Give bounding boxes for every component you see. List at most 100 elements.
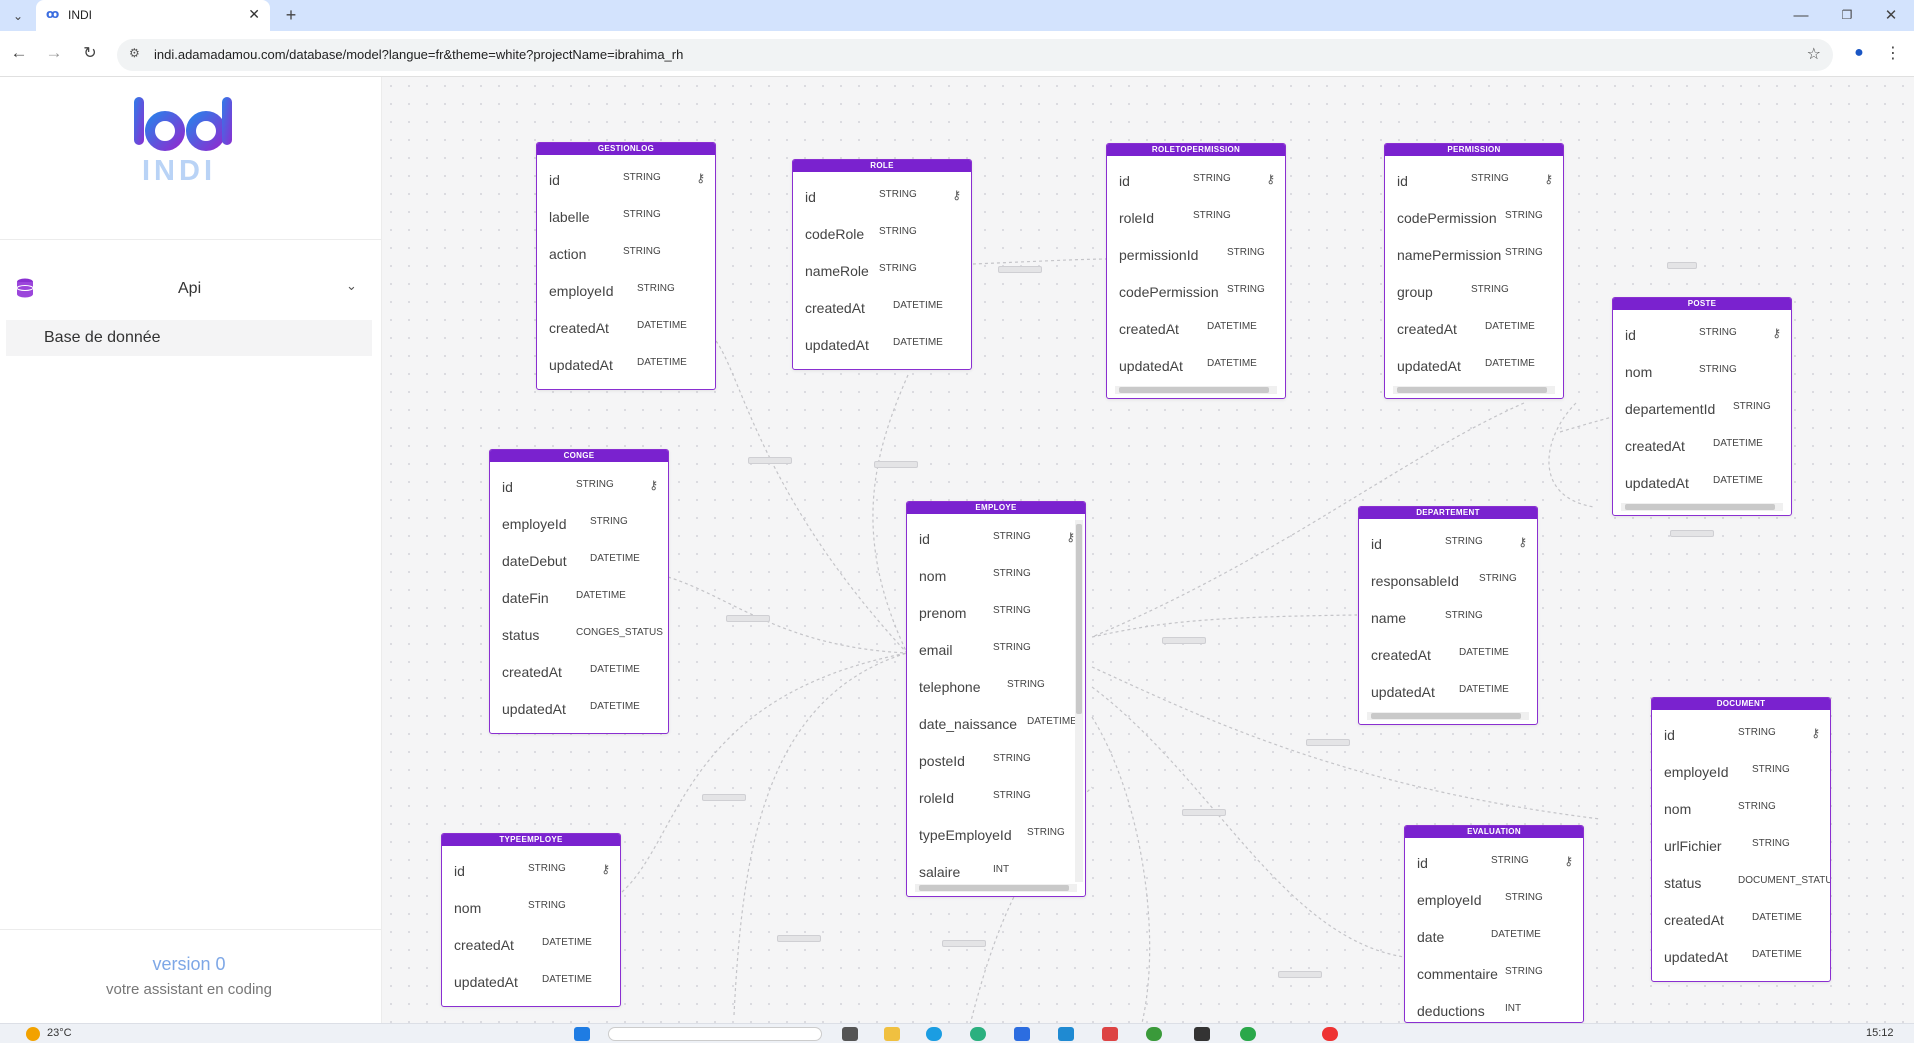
field-row[interactable]: roleId STRING <box>907 779 1085 816</box>
field-row[interactable]: id STRING ⚷ <box>442 852 620 889</box>
address-bar[interactable]: ⚙ indi.adamadamou.com/database/model?lan… <box>117 39 1833 71</box>
field-row[interactable]: permissionId STRING <box>1107 236 1285 273</box>
minimize-icon[interactable]: — <box>1790 4 1812 26</box>
field-row[interactable]: updatedAt DATETIME <box>490 690 668 727</box>
field-row[interactable]: updatedAt DATETIME <box>1359 673 1537 710</box>
field-row[interactable]: roleId STRING <box>1107 199 1285 236</box>
field-row[interactable]: deductions INT <box>1405 992 1583 1022</box>
horizontal-scrollbar[interactable] <box>1393 386 1555 394</box>
field-row[interactable]: urlFichier STRING <box>1652 827 1830 864</box>
field-row[interactable]: namePermission STRING <box>1385 236 1563 273</box>
field-row[interactable]: updatedAt DATETIME <box>442 963 620 1000</box>
field-row[interactable]: labelle STRING <box>537 198 715 235</box>
field-row[interactable]: employeId STRING <box>1652 753 1830 790</box>
field-row[interactable]: email STRING <box>907 631 1085 668</box>
edge-icon[interactable] <box>926 1027 942 1041</box>
diagram-canvas[interactable]: GESTIONLOG id STRING ⚷ labelle STRING action ST… <box>382 77 1914 1023</box>
store-icon[interactable] <box>1014 1027 1030 1041</box>
field-row[interactable]: dateDebut DATETIME <box>490 542 668 579</box>
field-row[interactable]: id STRING ⚷ <box>1385 162 1563 199</box>
back-icon[interactable]: ← <box>8 42 30 64</box>
field-row[interactable]: nameRole STRING <box>793 252 971 289</box>
table-card-typeemploye[interactable]: TYPEEMPLOYE id STRING ⚷ nom STRING createdAt DA… <box>441 833 621 1007</box>
vertical-scrollbar[interactable] <box>1075 520 1083 882</box>
field-row[interactable]: telephone STRING <box>907 668 1085 705</box>
field-row[interactable]: status CONGES_STATUS <box>490 616 668 653</box>
field-row[interactable]: id STRING ⚷ <box>1107 162 1285 199</box>
field-row[interactable]: employeId STRING <box>490 505 668 542</box>
field-row[interactable]: name STRING <box>1359 599 1537 636</box>
scrollbar-thumb[interactable] <box>1397 387 1547 393</box>
field-row[interactable]: updatedAt DATETIME <box>1385 347 1563 384</box>
horizontal-scrollbar[interactable] <box>1621 503 1783 511</box>
table-card-employe[interactable]: EMPLOYE id STRING ⚷ nom STRING prenom STRING ema… <box>906 501 1086 897</box>
field-row[interactable]: updatedAt DATETIME <box>1613 464 1791 501</box>
sidebar-group-api[interactable]: Api ⌄ <box>0 270 382 310</box>
field-row[interactable]: prenom STRING <box>907 594 1085 631</box>
table-card-departement[interactable]: DEPARTEMENT id STRING ⚷ responsableId STRING n… <box>1358 506 1538 725</box>
field-row[interactable]: updatedAt DATETIME <box>1107 347 1285 384</box>
table-card-permission[interactable]: PERMISSION id STRING ⚷ codePermission STRING n… <box>1384 143 1564 399</box>
terminal-icon[interactable] <box>1194 1027 1210 1041</box>
close-tab-icon[interactable]: ✕ <box>248 6 260 23</box>
scrollbar-thumb[interactable] <box>1076 524 1082 714</box>
table-card-evaluation[interactable]: EVALUATION id STRING ⚷ employeId STRING date DA… <box>1404 825 1584 1023</box>
horizontal-scrollbar[interactable] <box>1367 712 1529 720</box>
new-tab-icon[interactable]: + <box>280 4 302 26</box>
horizontal-scrollbar[interactable] <box>1115 386 1277 394</box>
field-row[interactable]: updatedAt DATETIME <box>1652 938 1830 975</box>
field-row[interactable]: id STRING ⚷ <box>907 520 1085 557</box>
reload-icon[interactable]: ↻ <box>79 42 101 64</box>
field-row[interactable]: createdAt DATETIME <box>1613 427 1791 464</box>
field-row[interactable]: id STRING ⚷ <box>793 178 971 215</box>
horizontal-scrollbar[interactable] <box>915 884 1077 892</box>
field-row[interactable]: date_naissance DATETIME <box>907 705 1085 742</box>
field-row[interactable]: employeId STRING <box>1405 881 1583 918</box>
field-row[interactable]: commentaire STRING <box>1405 955 1583 992</box>
chevron-down-icon[interactable]: ⌄ <box>346 278 357 294</box>
field-row[interactable]: createdAt DATETIME <box>537 309 715 346</box>
site-info-icon[interactable]: ⚙ <box>129 46 140 60</box>
field-row[interactable]: createdAt DATETIME <box>490 653 668 690</box>
field-row[interactable]: status DOCUMENT_STATUS <box>1652 864 1830 901</box>
sidebar-item-base-de-donnee[interactable]: Base de donnée <box>6 320 372 356</box>
start-icon[interactable] <box>574 1027 590 1041</box>
field-row[interactable]: id STRING ⚷ <box>1405 844 1583 881</box>
field-row[interactable]: createdAt DATETIME <box>1359 636 1537 673</box>
field-row[interactable]: nom STRING <box>442 889 620 926</box>
bookmark-star-icon[interactable]: ☆ <box>1807 44 1821 64</box>
scrollbar-thumb[interactable] <box>919 885 1069 891</box>
field-row[interactable]: nom STRING <box>907 557 1085 594</box>
table-card-gestionlog[interactable]: GESTIONLOG id STRING ⚷ labelle STRING action ST… <box>536 142 716 390</box>
field-row[interactable]: createdAt DATETIME <box>1652 901 1830 938</box>
field-row[interactable]: employeId STRING <box>537 272 715 309</box>
field-row[interactable]: id STRING ⚷ <box>1652 716 1830 753</box>
field-row[interactable]: codePermission STRING <box>1107 273 1285 310</box>
field-row[interactable]: id STRING ⚷ <box>1613 316 1791 353</box>
field-row[interactable]: codeRole STRING <box>793 215 971 252</box>
menu-kebab-icon[interactable]: ⋮ <box>1882 42 1904 64</box>
table-card-role[interactable]: ROLE id STRING ⚷ codeRole STRING nameRole STRIN… <box>792 159 972 370</box>
field-row[interactable]: date DATETIME <box>1405 918 1583 955</box>
table-card-document[interactable]: DOCUMENT id STRING ⚷ employeId STRING nom STRIN… <box>1651 697 1831 982</box>
taskview-icon[interactable] <box>842 1027 858 1041</box>
field-row[interactable]: createdAt DATETIME <box>1385 310 1563 347</box>
tab-list-icon[interactable]: ⌄ <box>8 6 28 26</box>
field-row[interactable]: dateFin DATETIME <box>490 579 668 616</box>
scrollbar-thumb[interactable] <box>1625 504 1775 510</box>
close-window-icon[interactable]: ✕ <box>1880 4 1902 26</box>
field-row[interactable]: createdAt DATETIME <box>1107 310 1285 347</box>
field-row[interactable]: updatedAt DATETIME <box>793 326 971 363</box>
field-row[interactable]: departementId STRING <box>1613 390 1791 427</box>
scrollbar-thumb[interactable] <box>1371 713 1521 719</box>
field-row[interactable]: updatedAt DATETIME <box>537 346 715 383</box>
field-row[interactable]: codePermission STRING <box>1385 199 1563 236</box>
app-icon[interactable] <box>1102 1027 1118 1041</box>
field-row[interactable]: nom STRING <box>1652 790 1830 827</box>
app-icon[interactable] <box>1322 1027 1338 1041</box>
table-card-conge[interactable]: CONGE id STRING ⚷ employeId STRING dateDebut DA… <box>489 449 669 734</box>
field-row[interactable]: group STRING <box>1385 273 1563 310</box>
field-row[interactable]: id STRING ⚷ <box>490 468 668 505</box>
vscode-icon[interactable] <box>1058 1027 1074 1041</box>
field-row[interactable]: responsableId STRING <box>1359 562 1537 599</box>
